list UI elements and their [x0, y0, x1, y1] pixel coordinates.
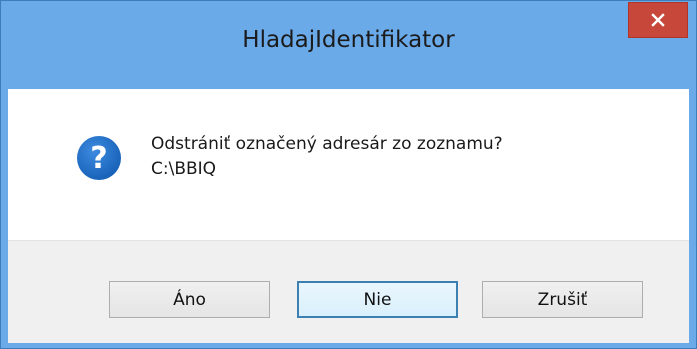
- yes-button[interactable]: Áno: [109, 281, 270, 318]
- dialog-window: HladajIdentifikator ? Odstrániť označený…: [0, 0, 697, 349]
- message-line-question: Odstrániť označený adresár zo zoznamu?: [151, 134, 503, 154]
- no-button[interactable]: Nie: [297, 281, 458, 318]
- close-icon: [651, 13, 665, 27]
- button-bar: Áno Nie Zrušiť: [8, 240, 689, 343]
- window-title: HladajIdentifikator: [242, 27, 455, 53]
- title-bar[interactable]: HladajIdentifikator: [1, 1, 696, 89]
- svg-text:?: ?: [90, 141, 107, 176]
- cancel-button[interactable]: Zrušiť: [482, 281, 643, 318]
- dialog-client-area: ? Odstrániť označený adresár zo zoznamu?…: [8, 89, 689, 343]
- message-text: Odstrániť označený adresár zo zoznamu? C…: [151, 132, 503, 182]
- message-panel: ? Odstrániť označený adresár zo zoznamu?…: [8, 89, 689, 240]
- question-icon: ?: [77, 136, 121, 180]
- message-line-path: C:\BBIQ: [151, 159, 217, 179]
- close-button[interactable]: [628, 2, 688, 38]
